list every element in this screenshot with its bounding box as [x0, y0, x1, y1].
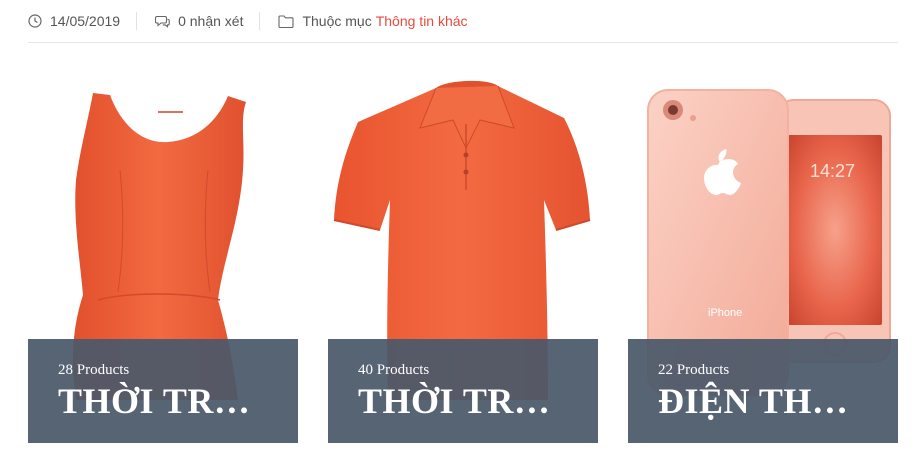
clock-icon: [28, 14, 42, 28]
card-title: THỜI TR…: [58, 381, 251, 421]
post-comments-text: 0 nhận xét: [178, 13, 244, 29]
comment-icon: [155, 15, 170, 28]
card-caption: 28 Products THỜI TR…: [28, 339, 298, 443]
svg-text:14:27: 14:27: [810, 161, 855, 181]
post-comments[interactable]: 0 nhận xét: [155, 12, 261, 30]
post-category: Thuộc mục Thông tin khác: [278, 12, 483, 30]
post-meta-bar: 14/05/2019 0 nhận xét Thuộc mục Thông ti…: [28, 0, 898, 43]
post-date: 14/05/2019: [28, 12, 138, 30]
post-category-link[interactable]: Thông tin khác: [376, 13, 468, 29]
page: 14/05/2019 0 nhận xét Thuộc mục Thông ti…: [0, 0, 921, 455]
category-card-fashion-2[interactable]: 40 Products THỜI TR…: [328, 60, 598, 443]
folder-icon: [278, 14, 295, 28]
card-title: ĐIỆN TH…: [658, 381, 849, 421]
card-caption: 40 Products THỜI TR…: [328, 339, 598, 443]
card-caption: 22 Products ĐIỆN TH…: [628, 339, 898, 443]
post-date-text: 14/05/2019: [50, 13, 121, 29]
post-category-prefix: Thuộc mục: [302, 13, 372, 29]
card-product-count: 22 Products: [658, 362, 730, 378]
category-card-phones[interactable]: 14:27 iPhone 22 Products ĐIỆN TH…: [628, 60, 898, 443]
category-card-fashion-1[interactable]: 28 Products THỜI TR…: [28, 60, 298, 443]
category-grid: 28 Products THỜI TR… 40 Products THỜI TR…: [28, 60, 898, 443]
card-title: THỜI TR…: [358, 381, 551, 421]
svg-text:iPhone: iPhone: [708, 307, 742, 319]
card-product-count: 28 Products: [58, 362, 130, 378]
card-product-count: 40 Products: [358, 362, 430, 378]
